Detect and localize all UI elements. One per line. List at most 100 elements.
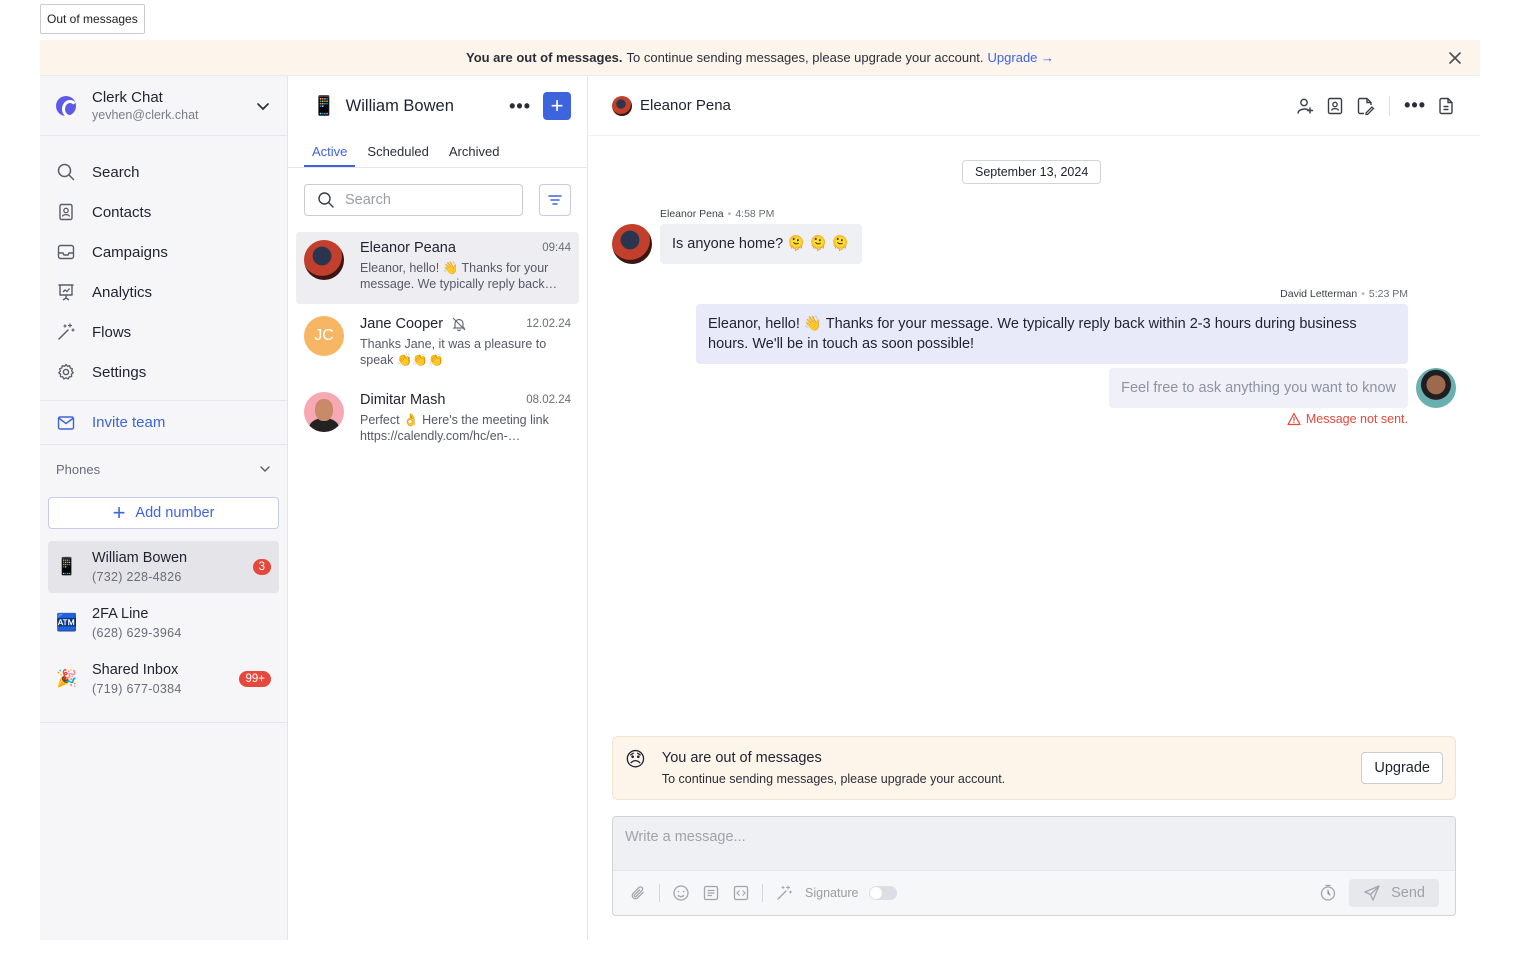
banner-text: To continue sending messages, please upg… [626, 50, 984, 65]
conversation-item-eleanor-peana[interactable]: Eleanor Peana 09:44 Eleanor, hello! 👋 Th… [296, 232, 579, 304]
upgrade-notice-title: You are out of messages [661, 750, 822, 766]
upgrade-notice-card: 😞 You are out of messages To continue se… [612, 736, 1456, 800]
chat-header-actions: ••• [1285, 95, 1456, 116]
close-icon[interactable] [1446, 49, 1464, 67]
signature-toggle[interactable] [868, 886, 897, 900]
contacts-icon [59, 203, 73, 221]
account-email: yevhen@clerk.chat [92, 108, 199, 122]
magic-wand-icon[interactable] [775, 884, 793, 902]
contact-card-icon[interactable] [1325, 96, 1345, 116]
failed-message-bubble[interactable]: Feel free to ask anything you want to kn… [1109, 368, 1408, 408]
conversation-snippet: Thanks Jane, it was a pleasure to speak … [360, 337, 547, 367]
nav-item-flows[interactable]: Flows [40, 312, 287, 352]
avatar [304, 392, 344, 432]
phone-item-shared-inbox[interactable]: 🎉 Shared Inbox (719) 677-0384 99+ [48, 653, 279, 705]
send-icon [1364, 885, 1380, 901]
message-error: Message not sent. [1287, 412, 1408, 426]
emoji-icon[interactable] [672, 884, 690, 902]
phone-emoji-icon: 🎉 [56, 669, 78, 688]
phones-section-header[interactable]: Phones [40, 445, 287, 493]
nav-item-label: Settings [92, 363, 147, 381]
nav-item-analytics[interactable]: Analytics [40, 272, 287, 312]
chat-contact-name: Eleanor Pena [640, 97, 731, 114]
phone-item-2fa-line[interactable]: 🏧 2FA Line (628) 629-3964 [48, 597, 279, 649]
phone-item-william-bowen[interactable]: 📱 William Bowen (732) 228-4826 3 [48, 541, 279, 593]
schedule-icon[interactable] [1319, 884, 1337, 902]
conversation-item-jane-cooper[interactable]: JC Jane Cooper 12.02.24 Thanks Jane, it … [296, 308, 579, 380]
sidebar: Clerk Chat yevhen@clerk.chat Search Cont… [40, 76, 288, 940]
incoming-message-meta: Eleanor Pena • 4:58 PM [660, 208, 774, 220]
nav-item-campaigns[interactable]: Campaigns [40, 232, 287, 272]
unread-badge: 3 [252, 559, 271, 575]
add-user-icon[interactable] [1295, 96, 1315, 116]
nav-item-settings[interactable]: Settings [40, 352, 287, 392]
chevron-down-icon[interactable] [255, 98, 271, 114]
conversation-time: 09:44 [542, 242, 571, 254]
tab-archived[interactable]: Archived [441, 136, 508, 167]
banner-upgrade-link[interactable]: Upgrade → [988, 50, 1054, 65]
sidebar-divider [40, 722, 287, 723]
phone-emoji-icon: 📱 [312, 96, 336, 117]
nav-item-label: Search [92, 163, 140, 181]
edit-note-icon[interactable] [1355, 96, 1375, 116]
search-input[interactable] [345, 192, 495, 208]
filter-icon [548, 195, 562, 205]
avatar [1416, 368, 1456, 408]
more-options-icon[interactable]: ••• [1404, 95, 1426, 116]
send-button[interactable]: Send [1349, 879, 1439, 907]
sender-name: David Letterman [1280, 288, 1358, 300]
nav-item-search[interactable]: Search [40, 152, 287, 192]
tab-scheduled[interactable]: Scheduled [359, 136, 436, 167]
date-separator: September 13, 2024 [962, 160, 1102, 184]
conversation-snippet: Perfect 👌 Here's the meeting link https:… [360, 413, 549, 443]
conversation-search-box [304, 184, 524, 216]
upgrade-button[interactable]: Upgrade [1361, 752, 1443, 784]
toolbar-divider [762, 884, 763, 902]
meta-dot: • [1361, 288, 1365, 300]
avatar [304, 240, 344, 280]
out-of-messages-label: Out of messages [40, 4, 145, 34]
warning-icon [1287, 412, 1301, 426]
plus-icon: + [112, 500, 126, 525]
chevron-down-icon [260, 466, 270, 472]
phone-name: William Bowen [92, 550, 188, 566]
phone-name: Shared Inbox [92, 662, 179, 678]
invite-team-link[interactable]: Invite team [40, 401, 287, 445]
nav-item-contacts[interactable]: Contacts [40, 192, 287, 232]
conversations-title: William Bowen [345, 96, 454, 115]
incoming-message-bubble: Is anyone home? 🫠 🫠 🫠 [660, 224, 862, 264]
message-composer: Write a message... Signature Send [612, 816, 1456, 916]
document-icon[interactable] [1436, 96, 1456, 116]
invite-team-label: Invite team [92, 414, 166, 431]
phone-number: (628) 629-3964 [92, 626, 182, 640]
tab-active[interactable]: Active [304, 136, 356, 167]
new-conversation-button[interactable]: + [543, 92, 571, 120]
message-time: 5:23 PM [1368, 288, 1408, 300]
signature-label: Signature [805, 886, 859, 900]
phone-emoji-icon: 📱 [56, 557, 78, 576]
filter-button[interactable] [539, 184, 571, 216]
sad-face-icon: 😞 [625, 749, 646, 771]
conversation-name: Eleanor Peana [360, 240, 456, 256]
conversations-panel: 📱 William Bowen ••• + Active Scheduled A… [288, 76, 588, 940]
conversation-search-row [288, 168, 587, 232]
toolbar-divider [659, 884, 660, 902]
add-number-button[interactable]: + Add number [48, 497, 279, 529]
template-icon[interactable] [702, 884, 720, 902]
nav-item-label: Flows [92, 323, 132, 341]
meta-dot: • [727, 208, 732, 220]
conversation-item-dimitar-mash[interactable]: Dimitar Mash 08.02.24 Perfect 👌 Here's t… [296, 384, 579, 456]
more-options-icon[interactable]: ••• [509, 96, 531, 117]
phone-emoji-icon: 🏧 [56, 613, 78, 632]
mail-plus-icon [57, 415, 75, 430]
outgoing-message-bubble: Eleanor, hello! 👋 Thanks for your messag… [696, 304, 1408, 364]
message-input[interactable]: Write a message... [613, 817, 1455, 871]
search-icon [57, 163, 75, 181]
attachment-icon[interactable] [629, 884, 647, 902]
nav-item-label: Analytics [92, 283, 153, 301]
phones-header-label: Phones [56, 461, 101, 477]
code-icon[interactable] [732, 884, 750, 902]
conversation-snippet: Eleanor, hello! 👋 Thanks for your messag… [360, 261, 549, 291]
account-switcher[interactable]: Clerk Chat yevhen@clerk.chat [40, 76, 287, 136]
clerk-logo-icon [56, 95, 78, 118]
